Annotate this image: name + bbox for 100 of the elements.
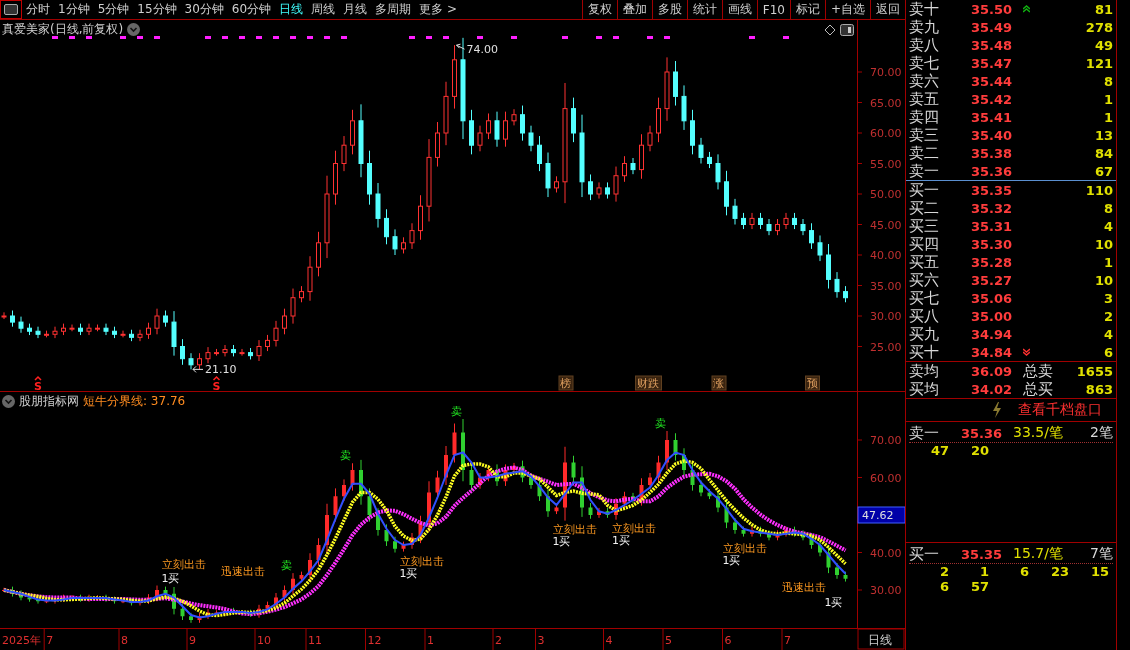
time-axis-label: 5 [665, 634, 672, 647]
time-axis-label: 12 [367, 634, 382, 647]
order-volume: 1 [978, 564, 989, 579]
price-axis-label: 70.00 [870, 66, 902, 79]
signal-label: 立刻出击 [399, 554, 444, 568]
signal-label: 立刻出击 [722, 542, 767, 556]
price-axis-label: 35.00 [870, 279, 902, 293]
price-value: 35.31 [971, 218, 1014, 234]
level-label: 买六 [909, 270, 940, 290]
dropdown-icon[interactable] [127, 23, 141, 36]
price-axis-label: 70.00 [870, 434, 902, 447]
price-value: 35.06 [971, 290, 1014, 306]
toolbar-button[interactable]: 标记 [789, 0, 825, 19]
price-axis-label: 40.00 [870, 249, 902, 262]
price-value: 35.41 [971, 109, 1014, 125]
level-label: 卖三 [909, 125, 940, 145]
price-value: 35.47 [971, 55, 1014, 71]
dropdown-icon[interactable] [2, 395, 15, 408]
period-tab[interactable]: 60分钟 [227, 0, 276, 19]
level-label: 卖八 [909, 35, 940, 55]
volume-value: 1 [1102, 254, 1113, 270]
period-tab[interactable]: 多周期 [371, 0, 416, 19]
volume-value: 1 [1102, 91, 1113, 107]
level-label: 买五 [909, 252, 940, 272]
time-axis-label: 7 [784, 634, 791, 647]
current-value-tag: 47.62 [857, 506, 905, 524]
price-axis-label: 60.00 [870, 471, 902, 485]
depth-link[interactable]: 查看千档盘口 [1018, 401, 1102, 419]
price-axis-label: 50.00 [870, 188, 902, 201]
toolbar-button[interactable]: +自选 [824, 0, 870, 19]
price-axis-label: 25.00 [870, 340, 902, 354]
event-tag[interactable]: 榜 [558, 375, 574, 391]
price-value: 35.40 [971, 127, 1014, 143]
price-value: 34.02 [971, 381, 1014, 397]
indicator-value: 短牛分界线: 37.76 [83, 393, 186, 410]
panel-toggle-icon[interactable] [840, 23, 854, 36]
order-volume: 57 [969, 579, 989, 594]
level-label: 卖十 [909, 0, 940, 19]
price-value: 35.36 [971, 163, 1014, 179]
signal-label: 卖 [340, 449, 351, 463]
level-label: 买一 [909, 544, 940, 564]
toolbar-button[interactable]: 画线 [721, 0, 757, 19]
volume-value: 8 [1102, 200, 1113, 216]
period-tab[interactable]: 月线 [339, 0, 372, 19]
level-label: 卖四 [909, 107, 940, 127]
level-label: 卖一 [909, 161, 940, 181]
signal-label: 卖 [450, 405, 462, 418]
toolbar-button[interactable]: 复权 [581, 0, 617, 19]
time-axis-label: 2025年 [2, 634, 41, 647]
price-axis-label: 30.00 [870, 584, 902, 597]
toolbar-button[interactable]: 多股 [651, 0, 687, 19]
signal-label: 立刻出击 [552, 522, 597, 536]
price-value: 35.50 [971, 1, 1014, 17]
period-tab[interactable]: 更多 > [415, 0, 461, 19]
period-label: 日线 [857, 628, 905, 650]
toolbar-button[interactable]: 返回 [870, 0, 905, 19]
level-label: 卖五 [909, 89, 940, 109]
price-value: 36.09 [971, 363, 1014, 379]
event-tag[interactable]: 预 [805, 375, 820, 391]
period-tab[interactable]: 周线 [307, 0, 340, 19]
volume-value: 8 [1102, 73, 1113, 89]
level-label: 买七 [909, 288, 940, 308]
time-axis-label: 6 [724, 634, 732, 647]
price-value: 35.42 [971, 91, 1014, 107]
event-tag[interactable]: 财跌 [635, 375, 662, 391]
volume-value: 10 [1093, 272, 1113, 288]
period-tab[interactable]: 日线 [275, 0, 308, 19]
summary-label: 买均 [909, 379, 940, 399]
period-tab[interactable]: 15分钟 [133, 0, 181, 19]
volume-value: 1655 [1075, 363, 1113, 379]
volume-value: 13 [1093, 127, 1113, 143]
time-axis-label: 8 [121, 634, 128, 647]
order-volume: 20 [969, 443, 989, 458]
panel-toggle-icon[interactable] [0, 0, 22, 19]
period-tab[interactable]: 30分钟 [180, 0, 228, 19]
period-tab[interactable]: 1分钟 [54, 0, 94, 19]
period-tab[interactable]: 分时 [22, 0, 54, 19]
event-tag[interactable]: 涨 [711, 375, 727, 391]
price-callout: 21.10 [192, 363, 237, 377]
volume-value: 2 [1102, 308, 1113, 324]
signal-label: 迅速出击 [782, 580, 826, 594]
toolbar-button[interactable]: 叠加 [616, 0, 652, 19]
signal-label: 迅速出击 [221, 565, 265, 578]
toolbar-button[interactable]: F10 [756, 0, 790, 19]
volume-value: 1 [1102, 109, 1113, 125]
volume-value: 4 [1102, 326, 1113, 342]
signal-label: 1买 [552, 534, 571, 548]
diamond-icon[interactable] [824, 23, 836, 36]
price-axis-label: 60.00 [870, 127, 902, 140]
summary-label: 总卖 [1023, 361, 1054, 381]
volume-value: 278 [1084, 19, 1113, 35]
toolbar-button[interactable]: 统计 [686, 0, 722, 19]
price-value: 35.00 [971, 308, 1014, 324]
volume-value: 49 [1093, 37, 1113, 53]
volume-value: 110 [1084, 182, 1113, 198]
signal-label: 1买 [722, 554, 741, 568]
price-axis-label: 45.00 [870, 218, 902, 232]
average-order-size: 33.5/笔 [1013, 424, 1064, 442]
period-tab[interactable]: 5分钟 [93, 0, 134, 19]
level-label: 买十 [909, 342, 940, 362]
